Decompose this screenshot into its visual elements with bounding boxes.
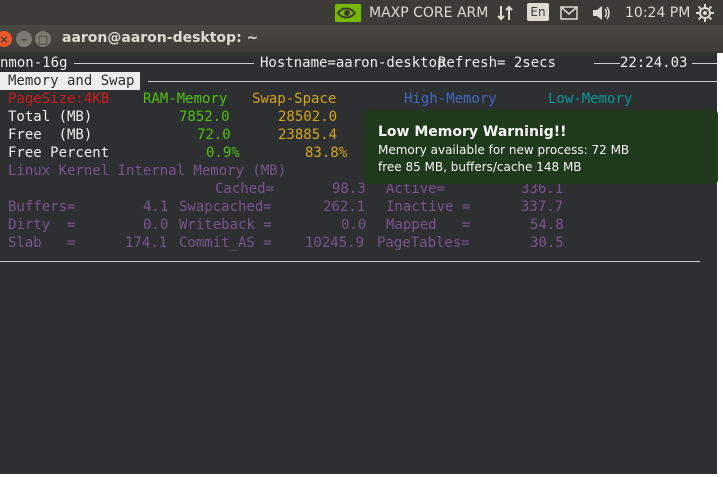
- section-rule: [148, 81, 717, 82]
- row-percent-label: Free Percent: [8, 145, 110, 161]
- notification-body-line2: free 85 MB, buffers/cache 148 MB: [378, 160, 582, 174]
- col-low: Low-Memory: [548, 91, 633, 107]
- gpu-indicator-label[interactable]: MAXP CORE ARM: [369, 0, 488, 25]
- nmon-refresh: Refresh= 2secs: [438, 55, 557, 71]
- window-title: aaron@aaron-desktop: ~: [62, 30, 259, 46]
- section-title: Memory and Swap: [0, 72, 141, 90]
- window-titlebar[interactable]: × – □ aaron@aaron-desktop: ~: [0, 25, 723, 53]
- nmon-version: nmon-16g: [0, 55, 68, 71]
- col-high: High-Memory: [404, 91, 497, 107]
- notification-title: Low Memory Warninig!!: [378, 124, 567, 140]
- network-icon[interactable]: [496, 0, 518, 25]
- swapcached-label: Swapcached=: [179, 199, 272, 215]
- commit-label: Commit_AS =: [179, 235, 272, 251]
- pagetables-label: PageTables=: [377, 235, 470, 251]
- dirty-label: Dirty =: [8, 217, 76, 233]
- mapped-label: Mapped =: [386, 217, 471, 233]
- header-rule: [74, 63, 254, 64]
- row-total-ram: 7852.0: [179, 109, 230, 125]
- nmon-hostname: Hostname=aaron-desktop: [260, 55, 446, 71]
- cached-label: Cached=: [215, 181, 275, 197]
- top-panel: MAXP CORE ARM En 10:24 PM: [0, 0, 723, 25]
- low-memory-notification[interactable]: Low Memory Warninig!! Memory available f…: [364, 110, 718, 184]
- volume-icon[interactable]: [592, 0, 614, 25]
- cached-value: 98.3: [332, 181, 366, 197]
- inactive-value: 337.7: [521, 199, 564, 215]
- dirty-value: 0.0: [143, 217, 169, 233]
- swapcached-value: 262.1: [323, 199, 366, 215]
- writeback-label: Writeback =: [179, 217, 272, 233]
- inactive-label: Inactive =: [386, 199, 471, 215]
- minimize-icon[interactable]: –: [16, 31, 32, 47]
- slab-value: 174.1: [125, 235, 168, 251]
- commit-value: 10245.9: [305, 235, 365, 251]
- bottom-rule: [0, 261, 700, 262]
- row-percent-ram: 0.9%: [206, 145, 240, 161]
- row-total-swap: 28502.0: [278, 109, 338, 125]
- writeback-value: 0.0: [341, 217, 367, 233]
- pagetables-value: 30.5: [530, 235, 564, 251]
- header-rule: [692, 63, 717, 64]
- slab-label: Slab =: [8, 235, 76, 251]
- kernel-title: Linux Kernel Internal Memory (MB): [8, 163, 287, 179]
- row-percent-swap: 83.8%: [305, 145, 348, 161]
- maximize-icon[interactable]: □: [35, 31, 51, 47]
- nvidia-icon[interactable]: [335, 0, 363, 25]
- gear-icon[interactable]: [696, 0, 718, 25]
- close-icon[interactable]: ×: [0, 31, 12, 47]
- col-ram: RAM-Memory: [143, 91, 228, 107]
- mapped-value: 54.8: [530, 217, 564, 233]
- buffers-value: 4.1: [143, 199, 169, 215]
- row-free-swap: 23885.4: [278, 127, 338, 143]
- col-pagesize: PageSize:4KB: [8, 91, 110, 107]
- nmon-time: 22:24.03: [620, 55, 688, 71]
- row-total-label: Total (MB): [8, 109, 93, 125]
- mail-icon[interactable]: [560, 0, 580, 25]
- row-free-label: Free (MB): [8, 127, 93, 143]
- buffers-label: Buffers=: [8, 199, 76, 215]
- notification-body-line1: Memory available for new process: 72 MB: [378, 143, 630, 157]
- header-rule: [594, 63, 620, 64]
- col-swap: Swap-Space: [252, 91, 337, 107]
- row-free-ram: 72.0: [197, 127, 231, 143]
- keyboard-language-indicator[interactable]: En: [527, 3, 549, 21]
- clock[interactable]: 10:24 PM: [625, 0, 690, 25]
